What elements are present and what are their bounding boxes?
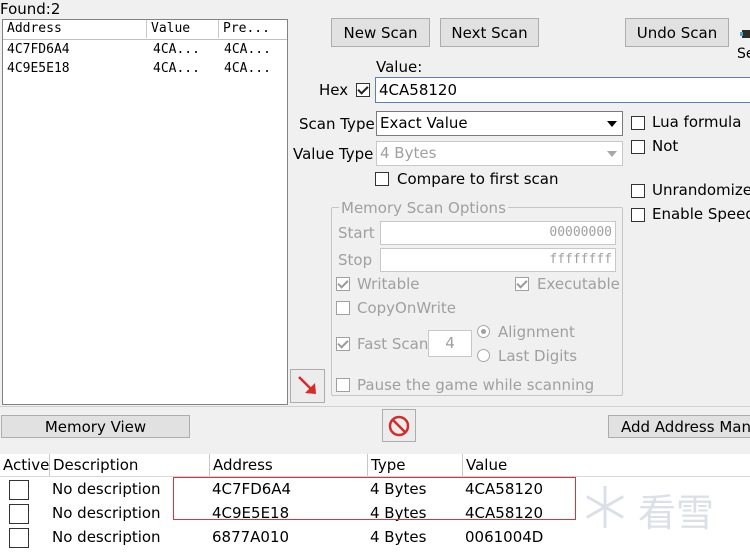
not-checkbox[interactable] [631, 140, 645, 154]
row-address: 6877A010 [212, 528, 290, 546]
hex-checkbox[interactable] [356, 83, 370, 97]
found-row-value: 4CA... [153, 42, 200, 57]
fast-scan-checkbox[interactable] [336, 337, 350, 351]
start-address-input[interactable]: 00000000 [380, 221, 616, 245]
found-results-list[interactable]: Address Value Pre... 4C7FD6A4 4CA... 4CA… [2, 19, 288, 405]
found-row-previous: 4CA... [224, 61, 271, 76]
copy-on-write-label: CopyOnWrite [357, 299, 456, 317]
value-label: Value: [376, 58, 423, 76]
watermark-text: 看雪 [638, 491, 715, 535]
alignment-radio[interactable] [477, 325, 490, 338]
start-label: Start [338, 224, 375, 242]
row-active-checkbox[interactable] [9, 480, 29, 500]
stop-icon-button[interactable] [382, 409, 416, 442]
col-description[interactable]: Description [50, 454, 210, 476]
value-type-label: Value Type [293, 145, 374, 163]
chevron-down-icon [602, 143, 621, 164]
compare-first-scan-label: Compare to first scan [397, 170, 559, 188]
found-row[interactable]: 4C7FD6A4 4CA... 4CA... [3, 42, 287, 60]
col-type[interactable]: Type [368, 454, 463, 476]
no-entry-icon [388, 415, 410, 436]
unrandomizer-label: Unrandomize [652, 181, 750, 199]
scan-type-select[interactable]: Exact Value [376, 111, 623, 136]
pause-game-checkbox[interactable] [336, 378, 350, 392]
chevron-down-icon [602, 113, 621, 134]
row-description: No description [52, 480, 161, 498]
highlight-annotation-box [173, 477, 576, 520]
watermark: 看雪 [580, 478, 750, 538]
panel-divider [0, 406, 750, 407]
found-col-address[interactable]: Address [3, 20, 147, 38]
executable-checkbox[interactable] [515, 277, 529, 291]
lua-formula-checkbox[interactable] [631, 116, 645, 130]
settings-label: Se [737, 46, 750, 62]
lua-formula-label: Lua formula [652, 113, 742, 131]
enable-speedhack-label: Enable Speed [652, 205, 750, 223]
not-label: Not [652, 137, 679, 155]
undo-scan-button[interactable]: Undo Scan [625, 18, 729, 47]
found-col-value[interactable]: Value [147, 20, 219, 38]
scan-type-label: Scan Type [299, 115, 375, 133]
row-description: No description [52, 504, 161, 522]
executable-label: Executable [537, 275, 620, 293]
stop-label: Stop [338, 251, 373, 269]
pause-game-label: Pause the game while scanning [357, 376, 595, 394]
memory-scan-options-title: Memory Scan Options [339, 199, 508, 217]
fast-scan-label: Fast Scan [357, 335, 429, 353]
snowflake-icon [586, 486, 624, 528]
arrow-down-right-icon [297, 376, 316, 394]
found-col-previous[interactable]: Pre... [219, 20, 287, 38]
col-active[interactable]: Active [0, 454, 50, 476]
new-scan-button[interactable]: New Scan [331, 18, 430, 47]
memory-view-button[interactable]: Memory View [1, 415, 190, 438]
col-value[interactable]: Value [463, 454, 750, 476]
add-address-manually-button[interactable]: Add Address Man [608, 415, 750, 438]
row-description: No description [52, 528, 161, 546]
compare-first-scan-checkbox[interactable] [375, 172, 389, 186]
copy-on-write-checkbox[interactable] [336, 301, 350, 315]
stop-address-input[interactable]: ffffffff [380, 248, 616, 272]
add-to-list-arrow-button[interactable] [290, 369, 325, 403]
unrandomizer-checkbox[interactable] [631, 184, 645, 198]
hex-label: Hex [319, 81, 349, 99]
writable-label: Writable [357, 275, 420, 293]
found-row-previous: 4CA... [224, 42, 271, 57]
last-digits-radio[interactable] [477, 349, 490, 362]
settings-icon[interactable]: Se [736, 20, 750, 70]
found-count-label: Found:2 [0, 0, 61, 18]
value-type-select[interactable]: 4 Bytes [376, 141, 623, 166]
col-address[interactable]: Address [210, 454, 368, 476]
writable-checkbox[interactable] [336, 277, 350, 291]
found-row-address: 4C9E5E18 [7, 61, 70, 76]
found-row[interactable]: 4C9E5E18 4CA... 4CA... [3, 61, 287, 79]
row-type: 4 Bytes [370, 528, 427, 546]
row-active-checkbox[interactable] [9, 528, 29, 548]
fast-scan-value-input[interactable]: 4 [428, 330, 472, 357]
alignment-label: Alignment [498, 323, 575, 341]
value-type-value: 4 Bytes [380, 144, 437, 162]
value-input[interactable]: 4CA58120 [375, 77, 750, 103]
found-row-value: 4CA... [153, 61, 200, 76]
row-active-checkbox[interactable] [9, 504, 29, 524]
scan-type-value: Exact Value [380, 114, 468, 132]
last-digits-label: Last Digits [498, 347, 578, 365]
found-row-address: 4C7FD6A4 [7, 42, 70, 57]
row-value: 0061004D [465, 528, 544, 546]
found-list-header: Address Value Pre... [3, 20, 287, 40]
next-scan-button[interactable]: Next Scan [440, 18, 539, 47]
address-table-header: Active Description Address Type Value [0, 454, 750, 477]
enable-speedhack-checkbox[interactable] [631, 208, 645, 222]
